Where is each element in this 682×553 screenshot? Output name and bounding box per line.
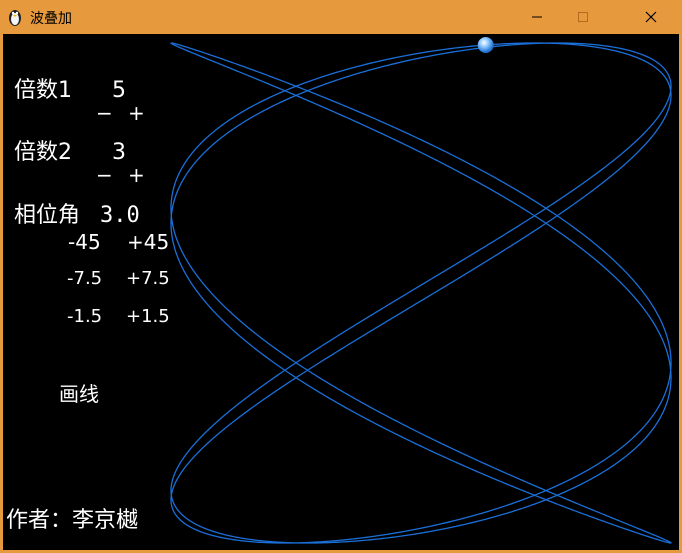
phase-plus-1-5-button[interactable]: +1.5 [126, 308, 170, 326]
multiplier1-decrease-button[interactable]: − [96, 103, 113, 123]
author-credit: 作者：李京樾 [6, 508, 139, 533]
draw-line-button[interactable]: 画线 [59, 384, 99, 404]
phase-plus-45-button[interactable]: +45 [127, 232, 169, 252]
phase-minus-7-5-button[interactable]: -7.5 [67, 270, 102, 288]
phase-minus-45-button[interactable]: -45 [68, 232, 101, 252]
multiplier2-increase-button[interactable]: + [128, 165, 145, 185]
phase-plus-7-5-button[interactable]: +7.5 [126, 270, 170, 288]
multiplier1-label: 倍数1 [14, 78, 72, 103]
phase-label: 相位角 [14, 203, 81, 228]
phase-value: 3.0 [100, 203, 140, 228]
lissajous-curve [170, 42, 672, 544]
multiplier1-increase-button[interactable]: + [128, 103, 145, 123]
multiplier1-value: 5 [112, 78, 126, 103]
multiplier2-decrease-button[interactable]: − [96, 165, 113, 185]
tracing-marker [477, 37, 494, 53]
multiplier2-label: 倍数2 [14, 140, 72, 165]
phase-minus-1-5-button[interactable]: -1.5 [67, 308, 102, 326]
multiplier2-value: 3 [112, 140, 126, 165]
lissajous-plot [170, 37, 672, 544]
